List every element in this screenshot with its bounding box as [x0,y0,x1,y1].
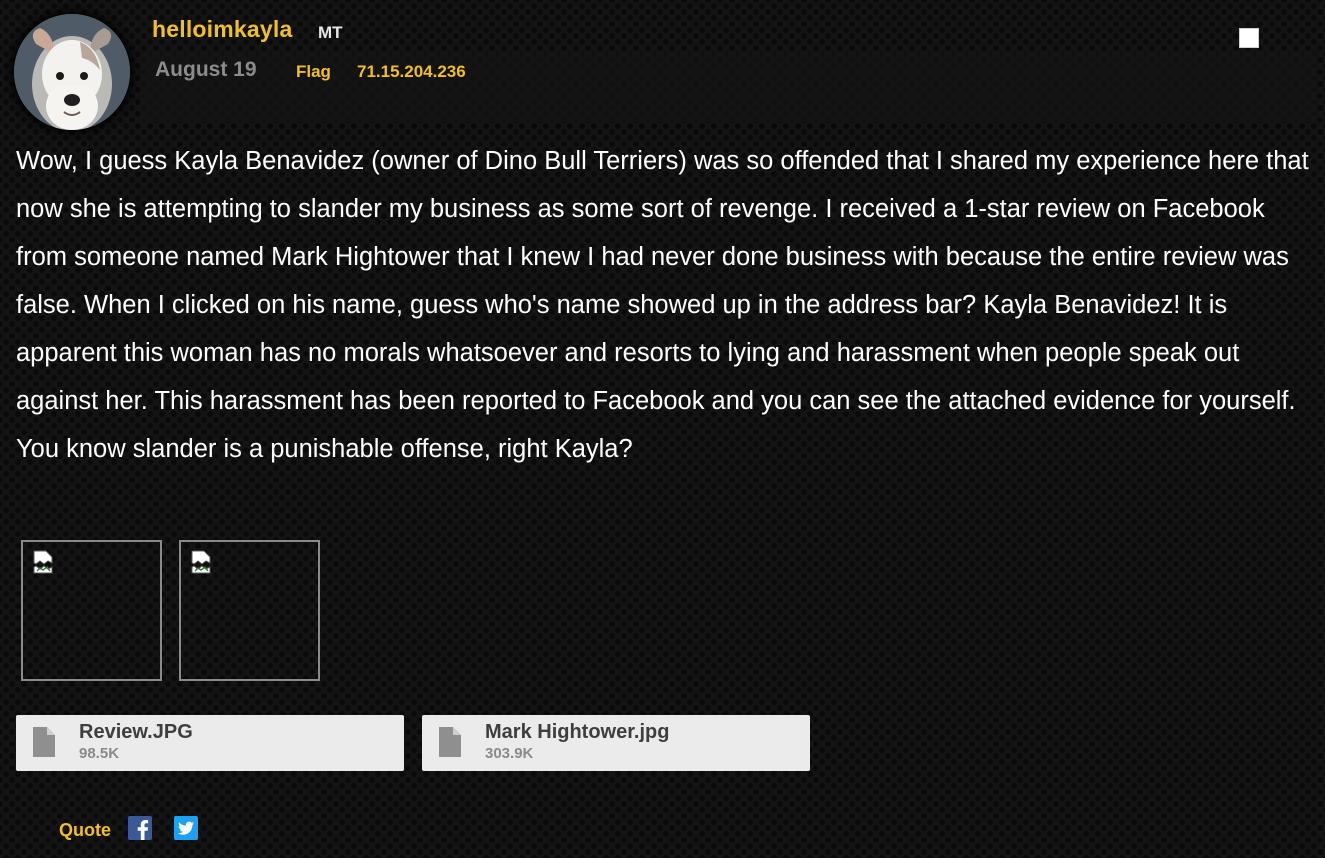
image-thumbnail[interactable] [21,540,162,681]
attachment-mark-hightower-jpg[interactable]: Mark Hightower.jpg 303.9K [422,715,810,771]
attachment-review-jpg[interactable]: Review.JPG 98.5K [16,715,404,771]
broken-image-icon [33,550,53,574]
attachment-size: 303.9K [485,745,534,762]
username-link[interactable]: helloimkayla [152,16,292,43]
forum-post: helloimkayla MT August 19 Flag 71.15.204… [0,0,1325,858]
file-icon [439,727,461,757]
user-badge: MT [318,23,343,42]
attachment-name: Review.JPG [79,721,193,743]
attachment-name: Mark Hightower.jpg [485,721,670,743]
user-avatar[interactable] [14,14,130,130]
attachment-size: 98.5K [79,745,120,762]
ip-address-link[interactable]: 71.15.204.236 [357,62,466,82]
broken-image-icon [191,550,211,574]
twitter-icon[interactable] [174,816,198,840]
image-thumbnail[interactable] [179,540,320,681]
file-icon [33,727,55,757]
post-date: August 19 [155,58,257,81]
select-post-checkbox[interactable] [1239,28,1259,48]
dog-avatar-icon [14,14,130,130]
facebook-icon[interactable] [128,816,152,840]
quote-link[interactable]: Quote [59,820,111,841]
post-body-text: Wow, I guess Kayla Benavidez (owner of D… [16,147,1309,463]
flag-link[interactable]: Flag [296,62,331,82]
